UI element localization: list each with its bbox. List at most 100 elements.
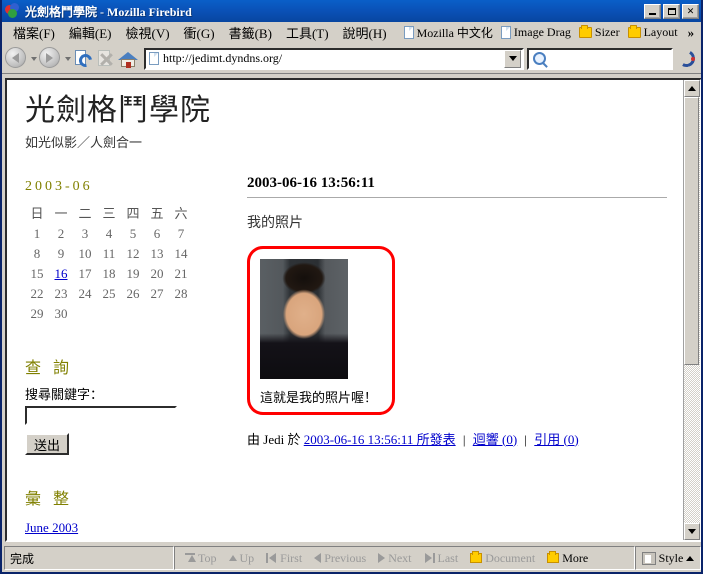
bookmark-layout[interactable]: Layout: [624, 24, 682, 41]
calendar-day: 13: [150, 245, 164, 261]
web-page: 光劍格鬥學院 如光似影／人劍合一 2003-06 日 一 二 三 四 五 六 1…: [7, 80, 683, 540]
menu-go[interactable]: 衝(G): [177, 21, 222, 44]
site-tagline: 如光似影／人劍合一: [25, 134, 143, 150]
bookmarks-overflow-chevron-icon[interactable]: »: [682, 25, 701, 41]
archive-heading: 彙 整: [25, 490, 74, 508]
site-nav-more[interactable]: More: [542, 551, 593, 566]
calendar-day-linked[interactable]: 16: [49, 264, 73, 284]
back-button[interactable]: [5, 47, 28, 70]
chevron-up-icon: [686, 555, 695, 561]
window-controls: ✕: [644, 3, 699, 19]
footer-separator: |: [462, 431, 466, 447]
menu-file[interactable]: 檔案(F): [6, 21, 62, 44]
calendar-day-link[interactable]: 16: [55, 266, 68, 281]
site-nav-label: First: [280, 550, 303, 565]
search-bar[interactable]: [527, 47, 673, 70]
search-field-label: 搜尋關鍵字：: [25, 386, 104, 402]
menu-bookmarks[interactable]: 書籤(B): [222, 21, 279, 44]
magnifier-icon: [533, 52, 546, 65]
stop-button[interactable]: [95, 48, 117, 70]
navigation-toolbar: http://jedimt.dyndns.org/: [2, 44, 701, 74]
back-history-dropdown[interactable]: [28, 56, 39, 61]
search-keyword-input[interactable]: [25, 405, 177, 425]
menu-help[interactable]: 說明(H): [336, 21, 394, 44]
site-nav-label: Previous: [324, 550, 367, 565]
maximize-button[interactable]: [663, 3, 680, 19]
bookmark-sizer[interactable]: Sizer: [575, 24, 624, 41]
scroll-down-button[interactable]: [684, 523, 700, 540]
address-dropdown-button[interactable]: [504, 49, 521, 68]
calendar-week-row: 8 9 10 11 12 13 14: [25, 244, 193, 264]
url-text[interactable]: http://jedimt.dyndns.org/: [163, 51, 504, 66]
address-bar[interactable]: http://jedimt.dyndns.org/: [144, 47, 524, 70]
site-nav-label: More: [562, 550, 589, 565]
calendar-day: [73, 304, 97, 324]
bookmark-image-drag[interactable]: Image Drag: [497, 24, 575, 41]
reload-button[interactable]: [73, 48, 95, 70]
calendar-weekday: 二: [78, 205, 92, 221]
site-nav-label: Next: [388, 550, 412, 565]
trackback-link[interactable]: 引用 (0): [534, 432, 578, 447]
site-nav-label: Last: [437, 550, 459, 565]
site-nav-label: Top: [198, 550, 217, 565]
calendar-weekday: 六: [174, 205, 188, 221]
photo-frame: 這就是我的照片喔！: [247, 245, 395, 415]
comments-link[interactable]: 迴響 (0): [473, 432, 517, 447]
forward-button[interactable]: [39, 47, 62, 70]
scroll-up-button[interactable]: [684, 80, 700, 97]
site-nav-last[interactable]: Last: [419, 551, 464, 566]
menu-view[interactable]: 檢視(V): [119, 21, 177, 44]
calendar-day: [169, 304, 193, 324]
site-nav-up[interactable]: Up: [224, 551, 260, 566]
firebird-logo-icon: [676, 47, 698, 70]
minimize-button[interactable]: [644, 3, 661, 19]
first-arrow-icon: [266, 553, 277, 563]
calendar-day: [121, 304, 145, 324]
entry-author: Jedi: [263, 431, 285, 447]
menu-edit[interactable]: 編輯(E): [62, 21, 119, 44]
bookmark-mozilla-chinese[interactable]: Mozilla 中文化: [400, 23, 497, 42]
menu-tools[interactable]: 工具(T): [279, 21, 336, 44]
site-nav-document[interactable]: Document: [465, 551, 540, 566]
bookmark-label: Mozilla 中文化: [416, 26, 493, 40]
style-switcher-button[interactable]: Style: [635, 546, 701, 570]
calendar-day: 26: [126, 285, 140, 301]
calendar-day: 18: [102, 265, 116, 281]
site-nav-top[interactable]: Top: [180, 551, 222, 566]
site-nav-previous[interactable]: Previous: [309, 551, 371, 566]
posted-at-word: 於: [287, 431, 301, 447]
calendar-day: 9: [57, 245, 65, 261]
vertical-scrollbar[interactable]: [683, 80, 700, 540]
browser-viewport: 光劍格鬥學院 如光似影／人劍合一 2003-06 日 一 二 三 四 五 六 1…: [5, 78, 701, 542]
site-title: 光劍格鬥學院: [25, 94, 211, 127]
calendar-title: 2003-06: [25, 178, 93, 194]
site-nav-label: Document: [485, 550, 536, 565]
archive-item-june-2003[interactable]: June 2003: [25, 520, 78, 536]
previous-arrow-icon: [314, 553, 322, 563]
calendar-day: 4: [105, 225, 113, 241]
browser-window: 光劍格鬥學院 - Mozilla Firebird ✕ 檔案(F) 編輯(E) …: [0, 0, 703, 574]
site-nav-first[interactable]: First: [261, 551, 307, 566]
top-arrow-icon: [185, 552, 196, 564]
calendar-day: 3: [81, 225, 89, 241]
style-label: Style: [658, 550, 684, 565]
app-logo-icon: [5, 3, 21, 19]
calendar-day: 12: [126, 245, 140, 261]
home-button[interactable]: [117, 48, 139, 70]
forward-history-dropdown[interactable]: [62, 56, 73, 61]
calendar-weekday: 五: [150, 205, 164, 221]
entry-permalink[interactable]: 2003-06-16 13:56:11 所發表: [304, 432, 456, 447]
calendar-day: 10: [78, 245, 92, 261]
folder-icon: [547, 551, 560, 563]
calendar-weekday: 一: [54, 205, 68, 221]
scrollbar-thumb[interactable]: [684, 97, 699, 365]
site-nav-next[interactable]: Next: [373, 551, 416, 566]
next-arrow-icon: [378, 553, 386, 563]
folder-icon: [470, 551, 483, 563]
scrollbar-track[interactable]: [684, 97, 700, 523]
close-button[interactable]: ✕: [682, 3, 699, 19]
search-heading: 查 詢: [25, 359, 74, 377]
calendar-day: 8: [33, 245, 41, 261]
calendar-day: 17: [78, 265, 92, 281]
search-submit-button[interactable]: 送出: [25, 432, 70, 455]
